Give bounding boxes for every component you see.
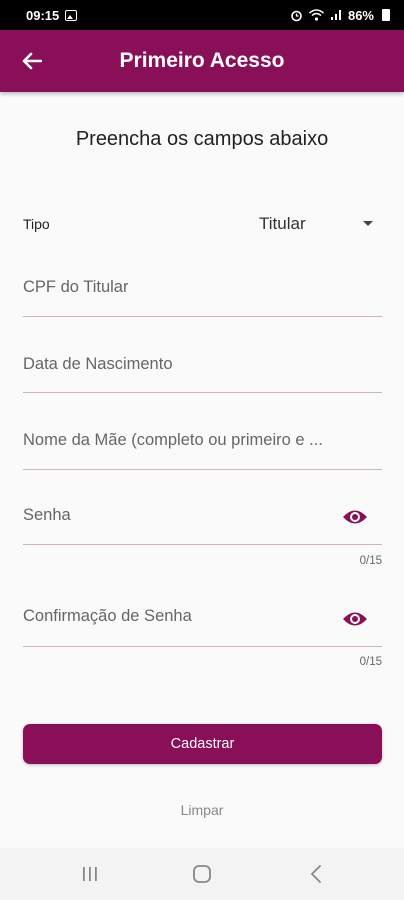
password-counter: 0/15 [359, 555, 382, 567]
cpf-placeholder: CPF do Titular [23, 278, 129, 296]
status-right: 86% [290, 8, 390, 23]
recent-apps-icon [83, 867, 97, 881]
password-confirm-placeholder: Confirmação de Senha [23, 607, 192, 625]
navigation-bar [0, 848, 404, 900]
image-icon [65, 9, 78, 21]
arrow-left-icon [22, 52, 42, 70]
status-left: 09:15 [26, 7, 78, 23]
battery-icon [382, 9, 390, 21]
tipo-value: Titular [259, 214, 306, 233]
home-icon [193, 865, 211, 883]
back-button[interactable] [14, 43, 50, 79]
birthdate-field[interactable]: Data de Nascimento [23, 346, 382, 393]
dropdown-arrow-icon [363, 221, 373, 226]
password-visibility-toggle[interactable] [340, 505, 370, 529]
alarm-icon [291, 10, 302, 21]
submit-button[interactable]: Cadastrar [23, 724, 382, 764]
tipo-label: Tipo [23, 216, 50, 232]
mother-name-field[interactable]: Nome da Mãe (completo ou primeiro e ... [23, 422, 382, 470]
password-confirm-counter: 0/15 [359, 656, 382, 668]
password-placeholder: Senha [23, 506, 71, 524]
mother-name-placeholder: Nome da Mãe (completo ou primeiro e ... [23, 431, 323, 449]
battery-level: 86% [347, 7, 374, 23]
birthdate-placeholder: Data de Nascimento [23, 355, 173, 373]
app-bar: Primeiro Acesso [0, 30, 404, 92]
home-button[interactable] [182, 858, 222, 890]
form-heading: Preencha os campos abaixo [75, 128, 329, 150]
recent-apps-button[interactable] [70, 858, 110, 890]
status-bar: 09:15 86% [0, 0, 404, 30]
status-time: 09:15 [26, 7, 60, 23]
page-title: Primeiro Acesso [119, 49, 285, 72]
clear-button[interactable]: Limpar [152, 798, 252, 822]
tipo-dropdown[interactable]: Titular [257, 208, 381, 240]
nav-back-button[interactable] [296, 858, 336, 890]
wifi-icon [308, 9, 324, 21]
eye-icon [343, 612, 367, 626]
password-confirm-field[interactable]: Confirmação de Senha [23, 599, 382, 647]
tipo-row: Tipo Titular [23, 208, 381, 240]
cpf-field[interactable]: CPF do Titular [23, 270, 382, 317]
eye-icon [343, 510, 367, 524]
back-icon [310, 865, 321, 883]
signal-icon [330, 10, 341, 20]
password-field[interactable]: Senha [23, 497, 382, 545]
password-confirm-visibility-toggle[interactable] [340, 607, 370, 631]
